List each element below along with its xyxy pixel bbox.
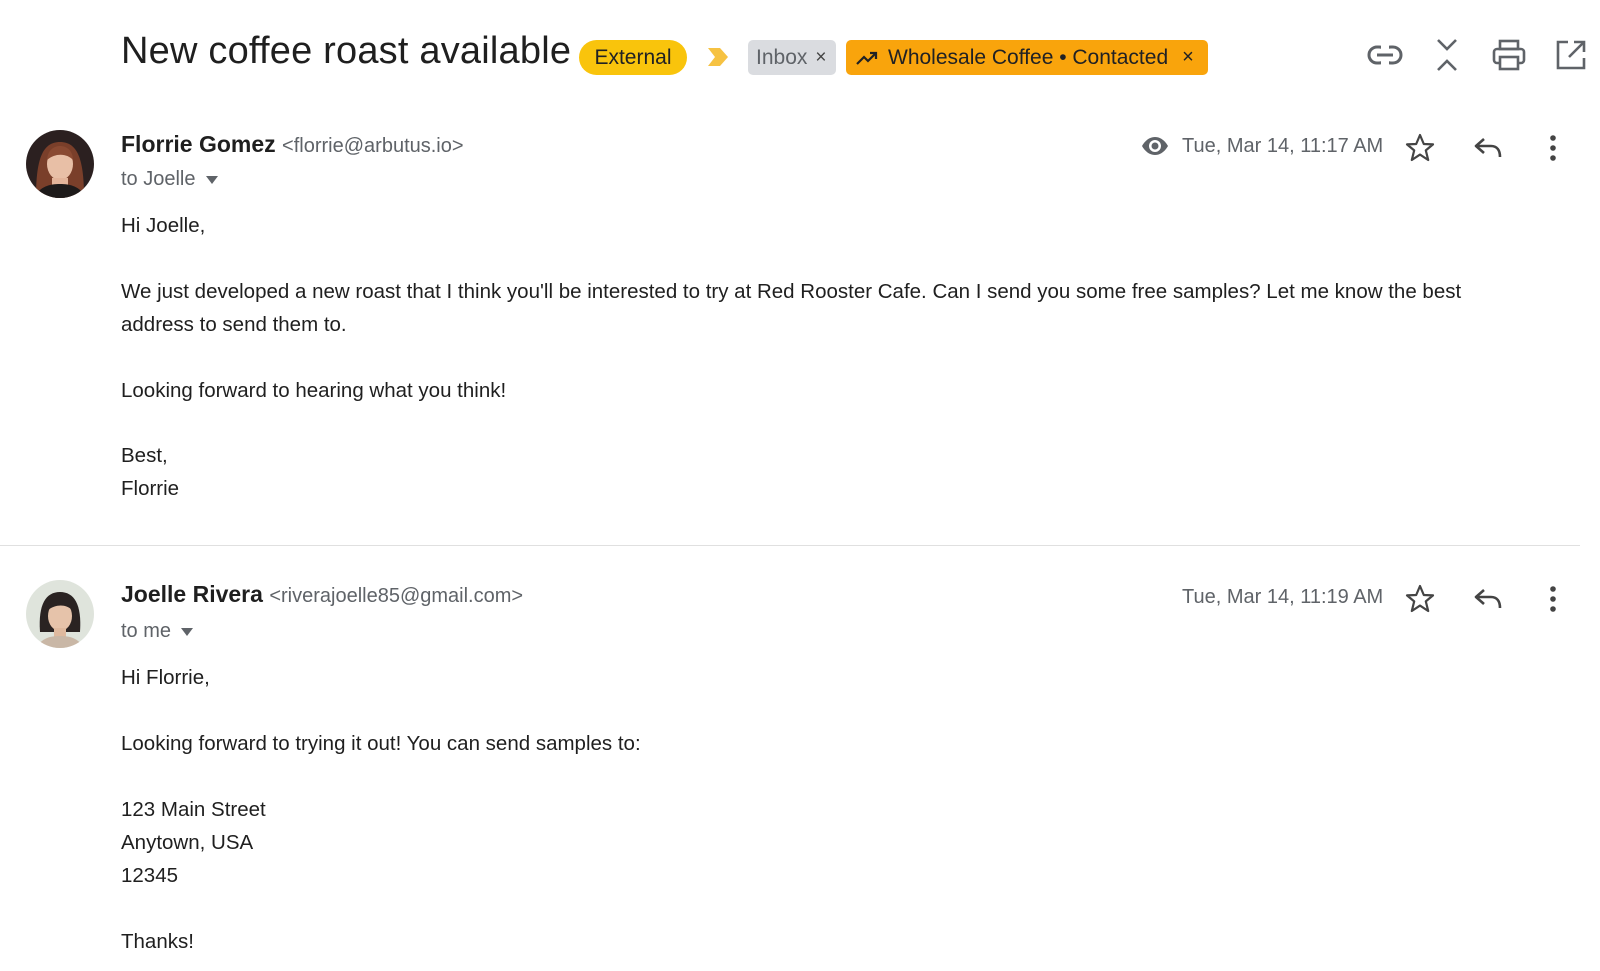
body-line: address to send them to. bbox=[121, 313, 347, 336]
recipients-toggle[interactable]: to me bbox=[121, 620, 194, 643]
importance-marker-icon[interactable] bbox=[706, 46, 730, 68]
message-date: Tue, Mar 14, 11:17 AM bbox=[1182, 135, 1384, 157]
sender-name[interactable]: Florrie Gomez bbox=[121, 131, 276, 157]
body-line: Hi Florrie, bbox=[121, 666, 210, 689]
body-line: Florrie bbox=[121, 477, 180, 500]
sender-email: <riverajoelle85@gmail.com> bbox=[269, 585, 524, 607]
sender-line: Joelle Rivera <riverajoelle85@gmail.com> bbox=[121, 581, 523, 608]
avatar-joelle[interactable] bbox=[26, 580, 94, 648]
body-line: Thanks! bbox=[121, 930, 194, 953]
caret-down-icon bbox=[205, 175, 218, 184]
label-inbox[interactable]: Inbox × bbox=[748, 40, 836, 75]
reply-icon[interactable] bbox=[1473, 586, 1503, 612]
more-options-icon[interactable] bbox=[1548, 134, 1558, 162]
avatar-florrie[interactable] bbox=[26, 130, 94, 198]
body-line: Hi Joelle, bbox=[121, 214, 206, 237]
print-icon[interactable] bbox=[1490, 38, 1528, 72]
body-line: Best, bbox=[121, 444, 168, 467]
collapse-all-icon[interactable] bbox=[1428, 38, 1466, 72]
recipients-text: to Joelle bbox=[121, 168, 196, 190]
body-line: 123 Main Street bbox=[121, 798, 266, 821]
message-date: Tue, Mar 14, 11:19 AM bbox=[1182, 586, 1384, 608]
eye-icon bbox=[1142, 137, 1168, 155]
sender-email: <florrie@arbutus.io> bbox=[282, 135, 464, 157]
label-wholesale-coffee[interactable]: Wholesale Coffee • Contacted × bbox=[846, 40, 1208, 75]
recipients-text: to me bbox=[121, 620, 172, 642]
body-line: 12345 bbox=[121, 864, 179, 887]
thread-header: New coffee roast available External Inbo… bbox=[0, 0, 1600, 112]
sender-name[interactable]: Joelle Rivera bbox=[121, 581, 263, 607]
sender-line: Florrie Gomez <florrie@arbutus.io> bbox=[121, 131, 464, 158]
message-divider bbox=[0, 545, 1580, 546]
remove-label-wholesale-icon[interactable]: × bbox=[1182, 46, 1194, 69]
star-icon[interactable] bbox=[1405, 584, 1435, 614]
more-options-icon[interactable] bbox=[1548, 585, 1558, 613]
recipients-toggle[interactable]: to Joelle bbox=[121, 168, 218, 191]
body-line: Anytown, USA bbox=[121, 831, 254, 854]
label-external[interactable]: External bbox=[579, 40, 687, 75]
link-icon[interactable] bbox=[1366, 38, 1404, 72]
body-line: We just developed a new roast that I thi… bbox=[121, 280, 1462, 303]
open-in-new-window-icon[interactable] bbox=[1552, 38, 1590, 72]
body-line: Looking forward to hearing what you thin… bbox=[121, 379, 507, 402]
star-icon[interactable] bbox=[1405, 133, 1435, 163]
thread-subject: New coffee roast available bbox=[121, 30, 572, 72]
trending-up-icon bbox=[856, 51, 878, 65]
caret-down-icon bbox=[181, 627, 194, 636]
label-inbox-text: Inbox bbox=[756, 45, 808, 69]
remove-label-inbox-icon[interactable]: × bbox=[815, 47, 826, 69]
body-line: Looking forward to trying it out! You ca… bbox=[121, 732, 641, 755]
label-external-text: External bbox=[594, 45, 672, 69]
reply-icon[interactable] bbox=[1473, 135, 1503, 161]
label-wholesale-text: Wholesale Coffee • Contacted bbox=[888, 45, 1169, 69]
